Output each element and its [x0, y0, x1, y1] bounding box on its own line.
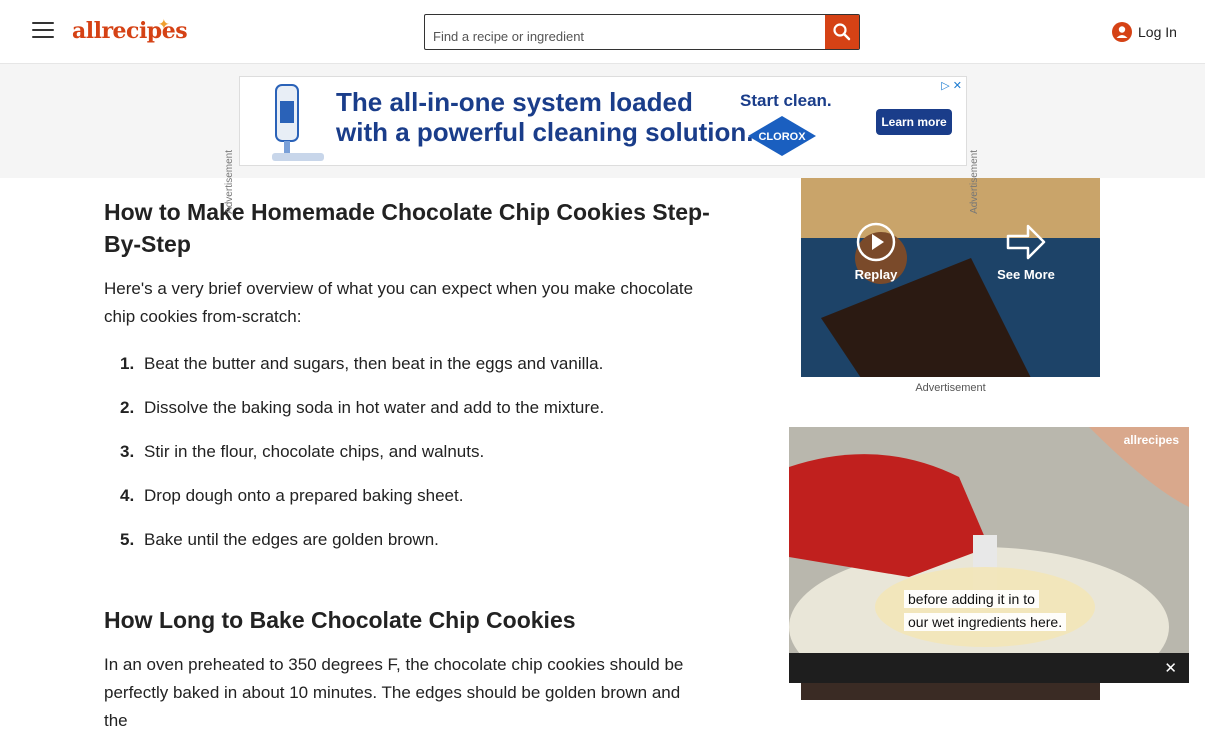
ad-label-left: Advertisement: [224, 150, 235, 214]
close-icon[interactable]: ✕: [1164, 659, 1177, 677]
banner-line-1: The all-in-one system loaded: [336, 87, 693, 117]
list-item: 1. Beat the butter and sugars, then beat …: [104, 350, 704, 394]
list-item: 5. Bake until the edges are golden brown.: [104, 526, 704, 570]
video-watermark: allrecipes: [1123, 433, 1179, 447]
video-caption-line-1: before adding it in to: [904, 590, 1039, 608]
login-label: Log In: [1138, 24, 1177, 40]
steps-list: 1. Beat the butter and sugars, then beat …: [104, 350, 704, 570]
search-box: [424, 14, 860, 50]
menu-icon[interactable]: [32, 22, 54, 42]
step-text: Beat the butter and sugars, then beat in…: [144, 354, 604, 373]
step-number: 4.: [120, 486, 135, 505]
step-number: 3.: [120, 442, 135, 461]
replay-icon: [856, 222, 896, 262]
step-number: 1.: [120, 354, 135, 373]
leaderboard-ad-area: Advertisement Advertisement The all-in-o…: [0, 64, 1205, 214]
replay-button[interactable]: Replay: [851, 220, 901, 282]
sidebar-ad-image-strip: [801, 683, 1100, 700]
video-caption-line-2: our wet ingredients here.: [904, 613, 1067, 631]
video-control-bar: ✕: [789, 653, 1189, 683]
section-heading-step-by-step: How to Make Homemade Chocolate Chip Cook…: [104, 199, 710, 257]
ad-label-right: Advertisement: [969, 150, 980, 214]
banner-line-2: with a powerful cleaning solution.: [336, 117, 754, 147]
step-text: Dissolve the baking soda in hot water an…: [144, 398, 605, 417]
intro-paragraph: Here's a very brief overview of what you…: [104, 279, 694, 326]
svg-text:CLOROX: CLOROX: [758, 131, 806, 143]
search-button[interactable]: [825, 15, 859, 49]
sidebar-ad-label: Advertisement: [915, 382, 986, 394]
see-more-label: See More: [997, 267, 1055, 282]
login-button[interactable]: Log In: [1112, 20, 1177, 44]
replay-label: Replay: [854, 267, 898, 282]
adchoices-close-icon[interactable]: ▷ ✕: [941, 79, 962, 92]
step-text: Drop dough onto a prepared baking sheet.: [144, 486, 464, 505]
section-heading-bake-time: How Long to Bake Chocolate Chip Cookies: [104, 607, 576, 633]
user-account-icon: [1112, 22, 1132, 42]
arrow-right-icon: [1006, 224, 1046, 260]
search-input[interactable]: [425, 15, 825, 49]
banner-tagline: Start clean.: [740, 91, 832, 110]
clorox-logo-icon: CLOROX: [748, 116, 816, 156]
learn-more-button[interactable]: Learn more: [876, 109, 952, 135]
banner-headline: The all-in-one system loaded with a powe…: [336, 87, 753, 147]
floating-video-player[interactable]: allrecipes before adding it in to our we…: [789, 427, 1189, 683]
site-header: allrecipes ✦ Log In: [0, 0, 1205, 64]
clorox-banner-ad[interactable]: The all-in-one system loaded with a powe…: [239, 76, 967, 166]
see-more-button[interactable]: See More: [991, 220, 1061, 282]
search-icon: [833, 23, 851, 41]
list-item: 3. Stir in the flour, chocolate chips, an…: [104, 438, 704, 482]
bake-time-paragraph: In an oven preheated to 350 degrees F, t…: [104, 655, 684, 730]
sidebar-video-ad[interactable]: Replay See More: [801, 178, 1100, 377]
step-number: 5.: [120, 530, 135, 549]
step-number: 2.: [120, 398, 135, 417]
step-text: Stir in the flour, chocolate chips, and …: [144, 442, 485, 461]
spray-mop-image: [272, 84, 324, 161]
step-text: Bake until the edges are golden brown.: [144, 530, 439, 549]
logo-mark-icon: ✦: [158, 16, 170, 32]
list-item: 2. Dissolve the baking soda in hot water …: [104, 394, 704, 438]
list-item: 4. Drop dough onto a prepared baking shee…: [104, 482, 704, 526]
